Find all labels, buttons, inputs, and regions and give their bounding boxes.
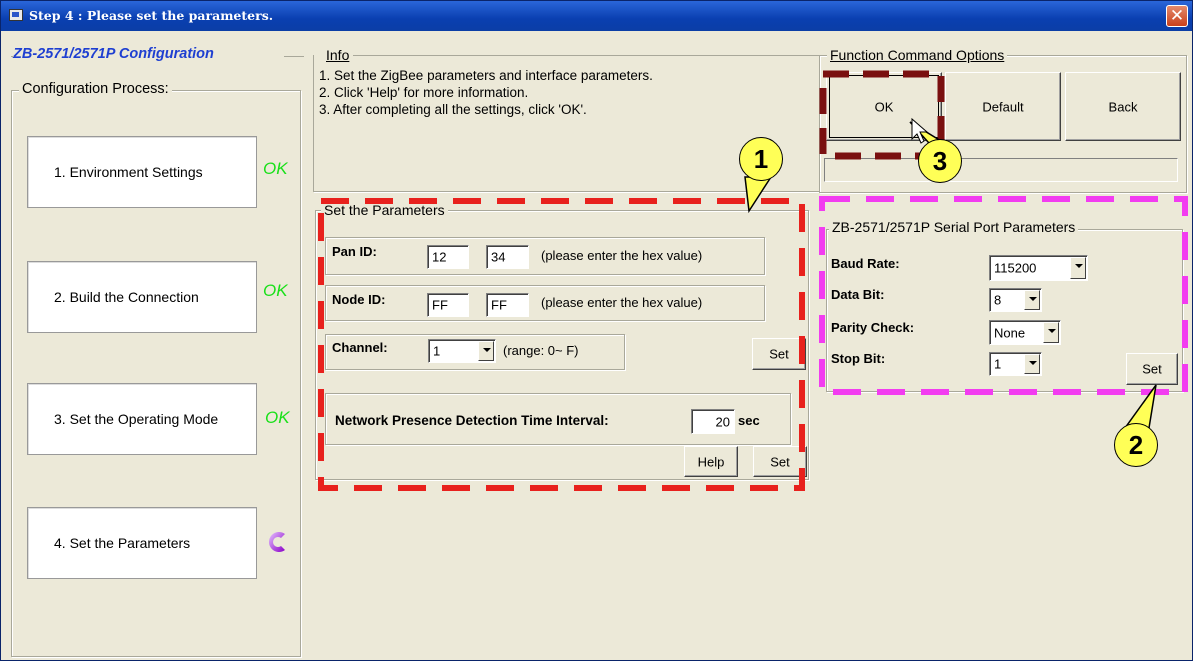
progress-bar <box>824 158 1178 182</box>
channel-select[interactable]: 1 <box>428 339 496 363</box>
chevron-down-icon[interactable] <box>1043 322 1059 343</box>
back-button[interactable]: Back <box>1065 72 1181 141</box>
channel-label: Channel: <box>332 340 388 355</box>
callout-1: 1 <box>739 137 783 181</box>
node-id-label: Node ID: <box>332 292 386 307</box>
parity-check-select[interactable]: None <box>989 320 1061 345</box>
node-id-input-2[interactable]: FF <box>486 293 529 317</box>
info-line-2: 2. Click 'Help' for more information. <box>319 85 529 100</box>
help-button-label: Help <box>697 454 725 469</box>
info-line-3: 3. After completing all the settings, cl… <box>319 102 587 117</box>
baud-rate-value: 115200 <box>994 260 1037 276</box>
step-status-ok: OK <box>263 159 288 178</box>
step-label: 2. Build the Connection <box>54 289 199 305</box>
stop-bit-select[interactable]: 1 <box>989 352 1042 376</box>
step-card-operating-mode: 3. Set the Operating Mode <box>27 383 257 455</box>
network-detection-unit: sec <box>738 413 760 428</box>
channel-set-button[interactable]: Set <box>752 338 806 370</box>
step-card-parameters: 4. Set the Parameters <box>27 507 257 579</box>
serial-legend: ZB-2571/2571P Serial Port Parameters <box>829 219 1079 235</box>
pan-id-hint: (please enter the hex value) <box>541 248 703 263</box>
default-button[interactable]: Default <box>945 72 1061 141</box>
app-icon <box>9 9 23 21</box>
window-title: Step 4 : Please set the parameters. <box>29 8 274 23</box>
params-set-label: Set <box>770 454 790 469</box>
pan-id-input-2[interactable]: 34 <box>486 245 529 269</box>
node-id-hint: (please enter the hex value) <box>541 295 703 310</box>
close-button[interactable]: ✕ <box>1166 5 1188 27</box>
pan-id-value-2: 34 <box>491 249 506 265</box>
channel-value: 1 <box>433 343 441 359</box>
network-detection-label: Network Presence Detection Time Interval… <box>335 413 609 428</box>
current-step-arrow-icon <box>269 532 285 552</box>
network-detection-input[interactable]: 20 <box>691 409 735 434</box>
info-line-1: 1. Set the ZigBee parameters and interfa… <box>319 68 653 83</box>
data-bit-value: 8 <box>994 292 1002 308</box>
ok-button[interactable]: OK <box>826 72 942 141</box>
stop-bit-value: 1 <box>994 356 1002 372</box>
serial-set-label: Set <box>1142 361 1162 377</box>
step-status-ok: OK <box>263 281 288 300</box>
step-label: 3. Set the Operating Mode <box>54 411 219 427</box>
function-legend: Function Command Options <box>827 47 1008 63</box>
step-status-ok: OK <box>265 408 290 427</box>
client-area: ZB-2571/2571P Configuration Configuratio… <box>1 31 1192 660</box>
pan-id-value-1: 12 <box>432 249 447 265</box>
node-id-input-1[interactable]: FF <box>427 293 469 317</box>
callout-3: 3 <box>918 139 962 183</box>
node-id-value-1: FF <box>432 297 448 313</box>
params-legend: Set the Parameters <box>321 202 448 218</box>
chevron-down-icon[interactable] <box>1024 354 1040 374</box>
default-button-label: Default <box>982 99 1024 114</box>
node-id-value-2: FF <box>491 297 507 313</box>
pan-id-label: Pan ID: <box>332 244 377 259</box>
help-button[interactable]: Help <box>684 446 738 477</box>
ok-button-label: OK <box>874 99 894 114</box>
channel-hint: (range: 0~ F) <box>503 343 579 358</box>
params-set-button[interactable]: Set <box>753 446 807 477</box>
process-legend: Configuration Process: <box>19 81 172 97</box>
left-panel: ZB-2571/2571P Configuration Configuratio… <box>5 31 307 660</box>
baud-rate-select[interactable]: 115200 <box>989 255 1088 281</box>
callout-2: 2 <box>1114 423 1158 467</box>
pan-id-input-1[interactable]: 12 <box>427 245 469 269</box>
parity-check-value: None <box>994 325 1026 340</box>
config-header: ZB-2571/2571P Configuration <box>13 46 214 62</box>
title-bar: Step 4 : Please set the parameters. ✕ <box>1 1 1192 31</box>
info-legend: Info <box>323 47 353 63</box>
network-detection-value: 20 <box>715 414 730 429</box>
channel-set-label: Set <box>769 346 789 362</box>
app-window: Step 4 : Please set the parameters. ✕ ZB… <box>0 0 1193 661</box>
step-label: 1. Environment Settings <box>54 164 203 180</box>
step-card-environment: 1. Environment Settings <box>27 136 257 208</box>
parity-check-label: Parity Check: <box>831 320 915 335</box>
data-bit-select[interactable]: 8 <box>989 288 1042 312</box>
stop-bit-label: Stop Bit: <box>831 351 886 366</box>
chevron-down-icon[interactable] <box>1024 290 1040 310</box>
baud-rate-label: Baud Rate: <box>831 256 900 271</box>
serial-set-button[interactable]: Set <box>1126 353 1178 385</box>
chevron-down-icon[interactable] <box>478 341 494 361</box>
back-button-label: Back <box>1108 99 1138 114</box>
chevron-down-icon[interactable] <box>1070 257 1086 279</box>
step-label: 4. Set the Parameters <box>54 535 191 551</box>
data-bit-label: Data Bit: <box>831 287 885 302</box>
step-card-connection: 2. Build the Connection <box>27 261 257 333</box>
